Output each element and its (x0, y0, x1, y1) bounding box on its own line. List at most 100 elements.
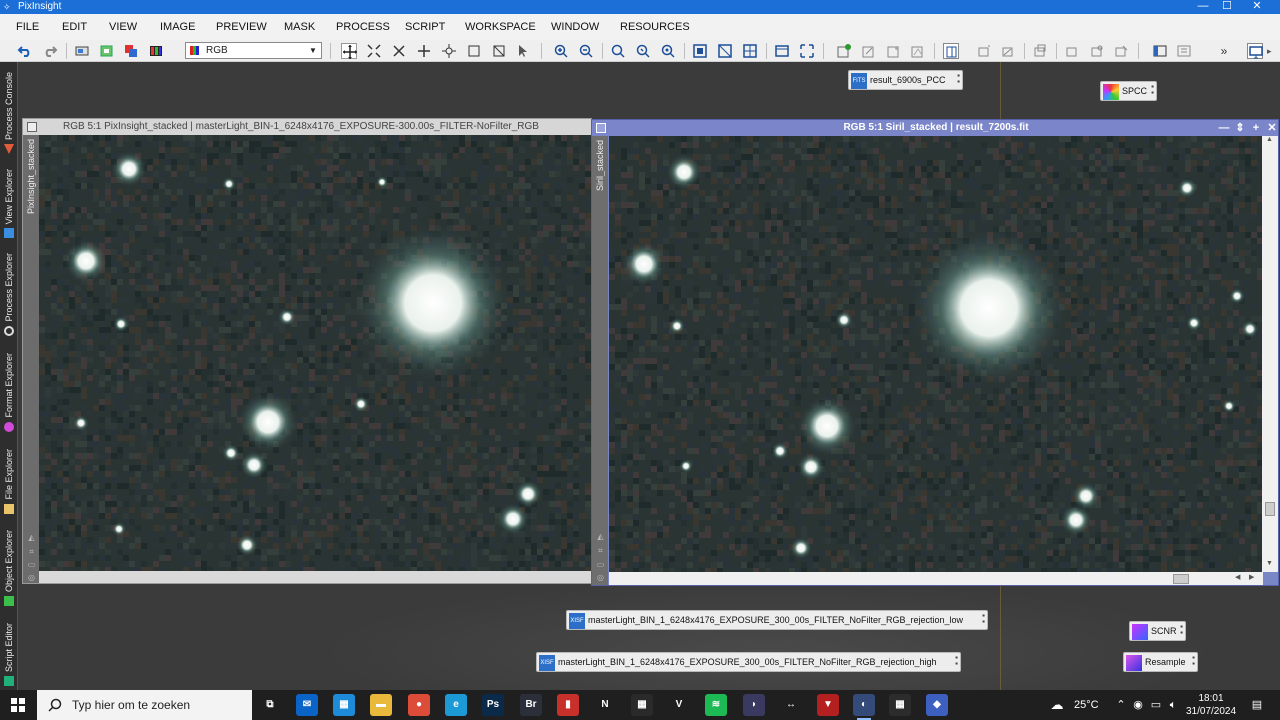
fit-view-icon[interactable] (366, 43, 382, 59)
toolbar-more[interactable]: ▸ (1267, 43, 1277, 59)
new-image-icon[interactable] (99, 43, 115, 59)
icon-resample[interactable]: Resample ▪ ▪ (1123, 652, 1198, 672)
stf-icon[interactable] (836, 43, 852, 59)
taskbar-app-calculator-app[interactable]: ▦ (631, 694, 653, 716)
new-preview-icon[interactable] (466, 43, 482, 59)
display-alt-icon[interactable] (717, 43, 733, 59)
taskbar-app-spotify[interactable]: ≋ (705, 694, 727, 716)
window-pin-icon[interactable] (596, 123, 606, 133)
taskbar-app-stellarium[interactable]: ◗ (743, 694, 765, 716)
stf-auto-icon[interactable] (910, 43, 926, 59)
window-fit-icon[interactable]: ⌗ (27, 547, 36, 556)
menu-resources[interactable]: RESOURCES (620, 14, 690, 40)
mask-icon[interactable] (774, 43, 790, 59)
taskbar-app-bridge[interactable]: Br (520, 694, 542, 716)
taskbar-app-shield-app[interactable]: ▼ (817, 694, 839, 716)
window-shade-button[interactable]: ⇕ (1233, 120, 1247, 136)
redo-icon[interactable] (42, 43, 58, 59)
stf-reset-icon[interactable] (886, 43, 902, 59)
weather-temperature[interactable]: 25°C (1074, 698, 1099, 712)
channel-select[interactable]: RGB ▼ (185, 42, 322, 59)
weather-cloud-icon[interactable]: ☁ (1050, 698, 1064, 712)
process-alt-icon[interactable] (1089, 43, 1105, 59)
icon-rejection-low[interactable]: XISF masterLight_BIN_1_6248x4176_EXPOSUR… (566, 610, 988, 630)
taskbar-clock[interactable]: 18:01 31/07/2024 (1186, 692, 1236, 718)
taskbar-app-chart-app[interactable]: ▮ (557, 694, 579, 716)
taskbar-app-edge[interactable]: e (445, 694, 467, 716)
window-link-icon[interactable]: ▭ (596, 560, 605, 569)
taskbar-app-store[interactable]: ▦ (333, 694, 355, 716)
window-close-button[interactable]: ✕ (1265, 120, 1278, 136)
taskbar-app-file-explorer[interactable]: ▬ (370, 694, 392, 716)
taskbar-app-chrome[interactable]: ● (408, 694, 430, 716)
window-stf-icon[interactable]: ◎ (27, 573, 36, 582)
vertical-scrollbar[interactable]: ▲ ▼ (1262, 136, 1278, 572)
image-window-title-bar[interactable]: RGB 5:1 Siril_stacked | result_7200s.fit… (592, 120, 1278, 136)
zoom-to-fit-icon[interactable] (660, 43, 676, 59)
tab-process-console[interactable]: Process Console (0, 64, 18, 156)
notification-icon[interactable]: ▤ (1250, 698, 1264, 712)
taskbar-app-calc[interactable]: ▦ (889, 694, 911, 716)
image-canvas[interactable] (609, 136, 1263, 572)
volume-icon[interactable]: 🔈︎ (1166, 698, 1180, 712)
window-shade-icon[interactable]: ◭ (27, 533, 36, 542)
process-icon[interactable] (1064, 43, 1080, 59)
layout-icon[interactable] (1152, 43, 1168, 59)
menu-mask[interactable]: MASK (284, 14, 315, 40)
taskbar-app-teamviewer[interactable]: ↔ (780, 694, 802, 716)
window-maximize-button[interactable]: + (1249, 120, 1263, 136)
menu-process[interactable]: PROCESS (336, 14, 390, 40)
icon-spcc[interactable]: SPCC ▪ ▪ (1100, 81, 1157, 101)
scroll-right-icon[interactable]: ▶ (1249, 573, 1254, 581)
duplicate-image-icon[interactable] (123, 43, 139, 59)
zoom-out-icon[interactable] (578, 43, 594, 59)
taskbar-app-task-view[interactable]: ⧉ (259, 694, 281, 716)
menu-workspace[interactable]: WORKSPACE (465, 14, 536, 40)
monitor-icon[interactable] (1247, 43, 1263, 59)
menu-file[interactable]: FILE (16, 14, 39, 40)
move-icon[interactable] (416, 43, 432, 59)
history-icon[interactable] (1032, 43, 1048, 59)
icon-scnr[interactable]: SCNR ▪ ▪ (1129, 621, 1186, 641)
image-properties-icon[interactable] (74, 43, 90, 59)
image-window-title-bar[interactable]: RGB 5:1 PixInsight_stacked | masterLight… (23, 119, 591, 135)
start-button[interactable] (0, 690, 36, 720)
stf-link-icon[interactable] (861, 43, 877, 59)
icon-rejection-high[interactable]: XISF masterLight_BIN_1_6248x4176_EXPOSUR… (536, 652, 961, 672)
menu-image[interactable]: IMAGE (160, 14, 195, 40)
tab-file-explorer[interactable]: File Explorer (0, 436, 18, 516)
taskbar-search[interactable]: Typ hier om te zoeken (37, 690, 252, 720)
view-id-tab[interactable]: Siril_stacked (592, 136, 608, 585)
window-pin-icon[interactable] (27, 122, 37, 132)
zoom-in-icon[interactable] (553, 43, 569, 59)
undo-icon[interactable] (17, 43, 33, 59)
taskbar-app-netflix[interactable]: N (594, 694, 616, 716)
zoom-1-1-icon[interactable] (610, 43, 626, 59)
taskbar-app-mail[interactable]: ✉ (296, 694, 318, 716)
taskbar-app-photoshop[interactable]: Ps (482, 694, 504, 716)
scroll-left-icon[interactable]: ◀ (1235, 573, 1240, 581)
tab-format-explorer[interactable]: Format Explorer (0, 340, 18, 434)
mask-show-icon[interactable] (799, 43, 815, 59)
image-window-pixinsight-stacked[interactable]: RGB 5:1 PixInsight_stacked | masterLight… (22, 118, 592, 584)
icon-result-6900s-pcc[interactable]: FITS result_6900s_PCC ▪ ▪ (848, 70, 963, 90)
image-canvas[interactable] (39, 135, 591, 571)
tab-script-editor[interactable]: Script Editor (0, 610, 18, 688)
location-icon[interactable]: ◉ (1131, 698, 1145, 712)
menu-script[interactable]: SCRIPT (405, 14, 445, 40)
window-fit-icon[interactable]: ⌗ (596, 546, 605, 555)
taskbar-app-pixinsight-taskbar[interactable]: ◐ (853, 694, 875, 720)
scroll-up-icon[interactable]: ▲ (1266, 136, 1273, 143)
readout-alt-icon[interactable] (976, 43, 992, 59)
display-grid-icon[interactable] (742, 43, 758, 59)
chevron-up-icon[interactable]: ⌃ (1114, 698, 1128, 712)
menu-view[interactable]: VIEW (109, 14, 137, 40)
display-mode-icon[interactable] (692, 43, 708, 59)
center-icon[interactable] (441, 43, 457, 59)
window-stf-icon[interactable]: ◎ (596, 573, 605, 582)
tab-object-explorer[interactable]: Object Explorer (0, 518, 18, 608)
edit-preview-icon[interactable] (491, 43, 507, 59)
process-alt2-icon[interactable] (1113, 43, 1129, 59)
tab-view-explorer[interactable]: View Explorer (0, 158, 18, 240)
layout-alt-icon[interactable] (1176, 43, 1192, 59)
